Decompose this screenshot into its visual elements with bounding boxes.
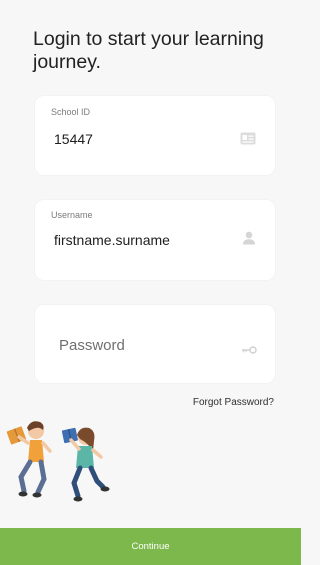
students-illustration xyxy=(4,395,114,520)
forgot-password-link[interactable]: Forgot Password? xyxy=(193,397,274,408)
password-field[interactable]: Password xyxy=(35,305,275,383)
login-screen: Login to start your learning journey. Sc… xyxy=(0,0,301,565)
school-id-value: 15447 xyxy=(54,131,93,147)
user-icon xyxy=(242,231,256,250)
password-placeholder: Password xyxy=(59,337,125,354)
username-field[interactable]: Username firstname.surname xyxy=(35,200,275,280)
username-value: firstname.surname xyxy=(54,232,170,248)
username-label: Username xyxy=(51,210,93,220)
school-id-label: School ID xyxy=(51,107,91,117)
school-id-field[interactable]: School ID 15447 xyxy=(35,96,275,175)
page-title: Login to start your learning journey. xyxy=(33,28,264,73)
continue-button[interactable]: Continue xyxy=(0,528,301,565)
key-icon xyxy=(241,341,257,359)
id-card-icon xyxy=(240,132,256,150)
